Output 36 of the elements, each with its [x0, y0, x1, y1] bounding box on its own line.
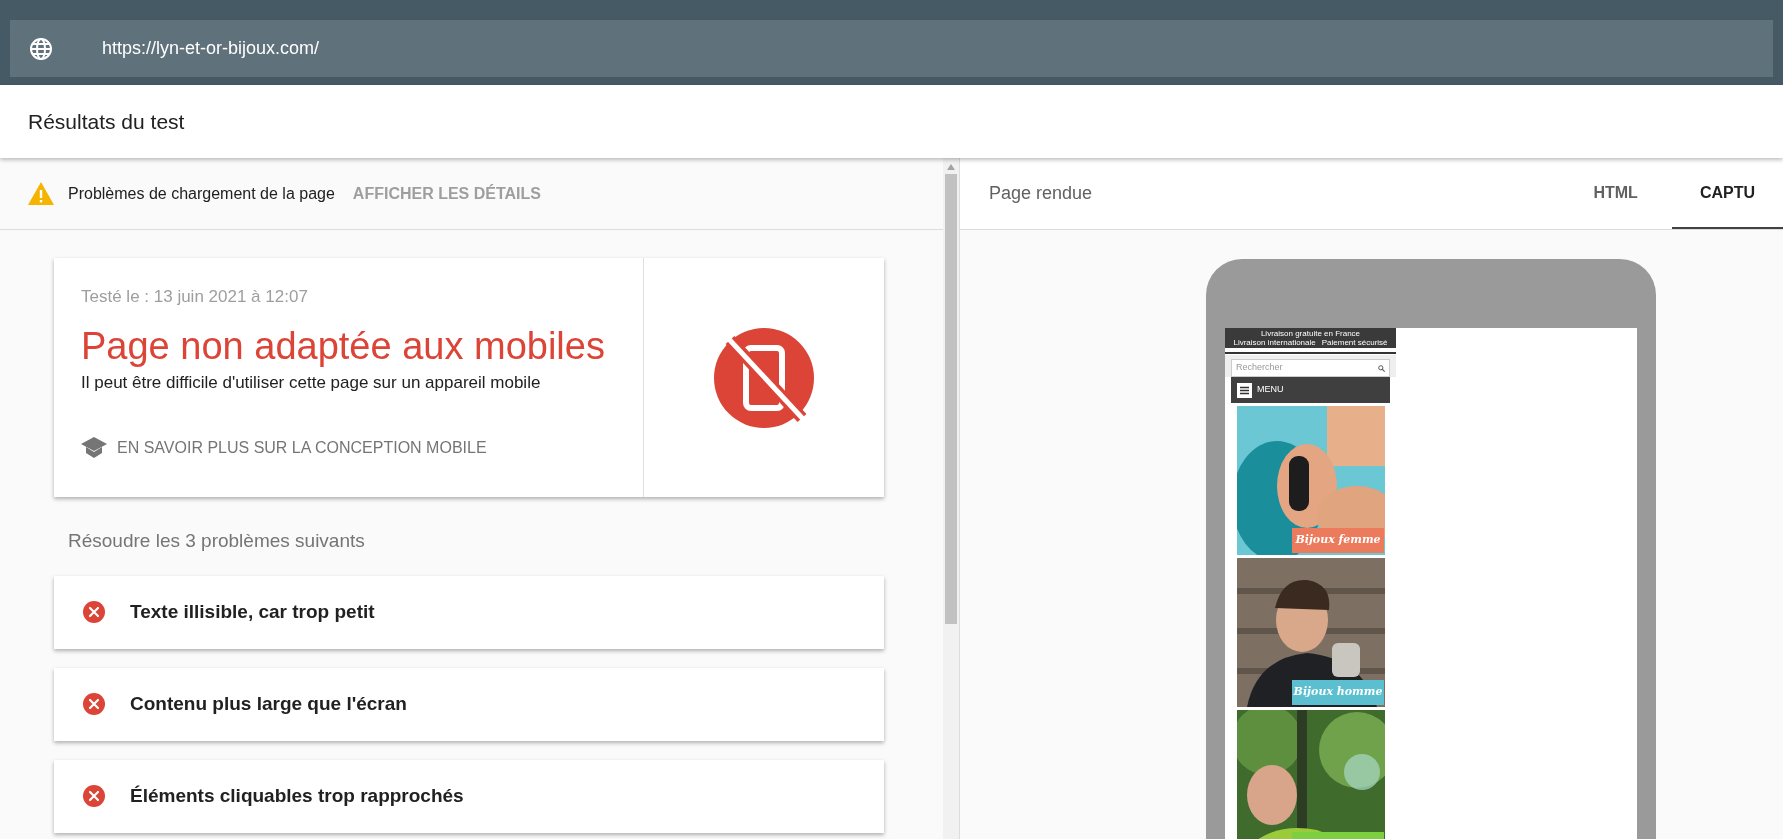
issue-label: Contenu plus large que l'écran: [130, 691, 407, 716]
issue-card[interactable]: Contenu plus large que l'écran: [54, 667, 884, 741]
graduation-cap-icon: [81, 437, 107, 459]
top-bar-text: Livraison gratuite en France: [1260, 329, 1361, 338]
issues-title: Résoudre les 3 problèmes suivants: [67, 529, 366, 553]
test-date: Testé le : 13 juin 2021 à 12:07: [81, 286, 309, 308]
issue-card[interactable]: Éléments cliquables trop rapprochés: [54, 759, 884, 833]
scrollbar[interactable]: [943, 158, 959, 839]
issue-label: Éléments cliquables trop rapprochés: [130, 783, 464, 808]
scrollbar-thumb[interactable]: [945, 174, 957, 624]
search-icon: [1378, 364, 1385, 372]
search-placeholder: Rechercher: [1236, 361, 1283, 375]
top-bar-text: Livraison internationale: [1233, 338, 1316, 347]
menu-icon: [1237, 382, 1252, 398]
error-icon: [82, 692, 106, 716]
address-bar[interactable]: https://lyn-et-or-bijoux.com/: [10, 20, 1773, 77]
alert-message: Problèmes de chargement de la page: [68, 183, 335, 204]
issue-label: Texte illisible, car trop petit: [130, 599, 375, 624]
scroll-up-icon: [947, 164, 955, 170]
page-title: Résultats du test: [28, 108, 185, 135]
error-icon: [82, 600, 106, 624]
menu-label: MENU: [1257, 383, 1284, 397]
verdict-title: Page non adaptée aux mobiles: [81, 323, 606, 368]
globe-icon: [29, 36, 53, 61]
warning-icon: [28, 182, 54, 205]
mobile-unfriendly-icon: [712, 325, 816, 430]
issue-card[interactable]: Texte illisible, car trop petit: [54, 575, 884, 649]
verdict-description: Il peut être difficile d'utiliser cette page sur un appareil mobile: [81, 371, 542, 394]
tab[interactable]: CAPTU: [1671, 158, 1783, 229]
site-menu-bar[interactable]: MENU: [1231, 377, 1390, 403]
panel-title: Page rendue: [989, 182, 1093, 205]
error-icon: [82, 784, 106, 808]
top-bar-text: Paiement sécurisé: [1321, 338, 1388, 347]
learn-more-link[interactable]: EN SAVOIR PLUS SUR LA CONCEPTION MOBILE: [81, 436, 643, 460]
tab[interactable]: HTML: [1559, 158, 1672, 229]
url-text: https://lyn-et-or-bijoux.com/: [102, 37, 320, 60]
